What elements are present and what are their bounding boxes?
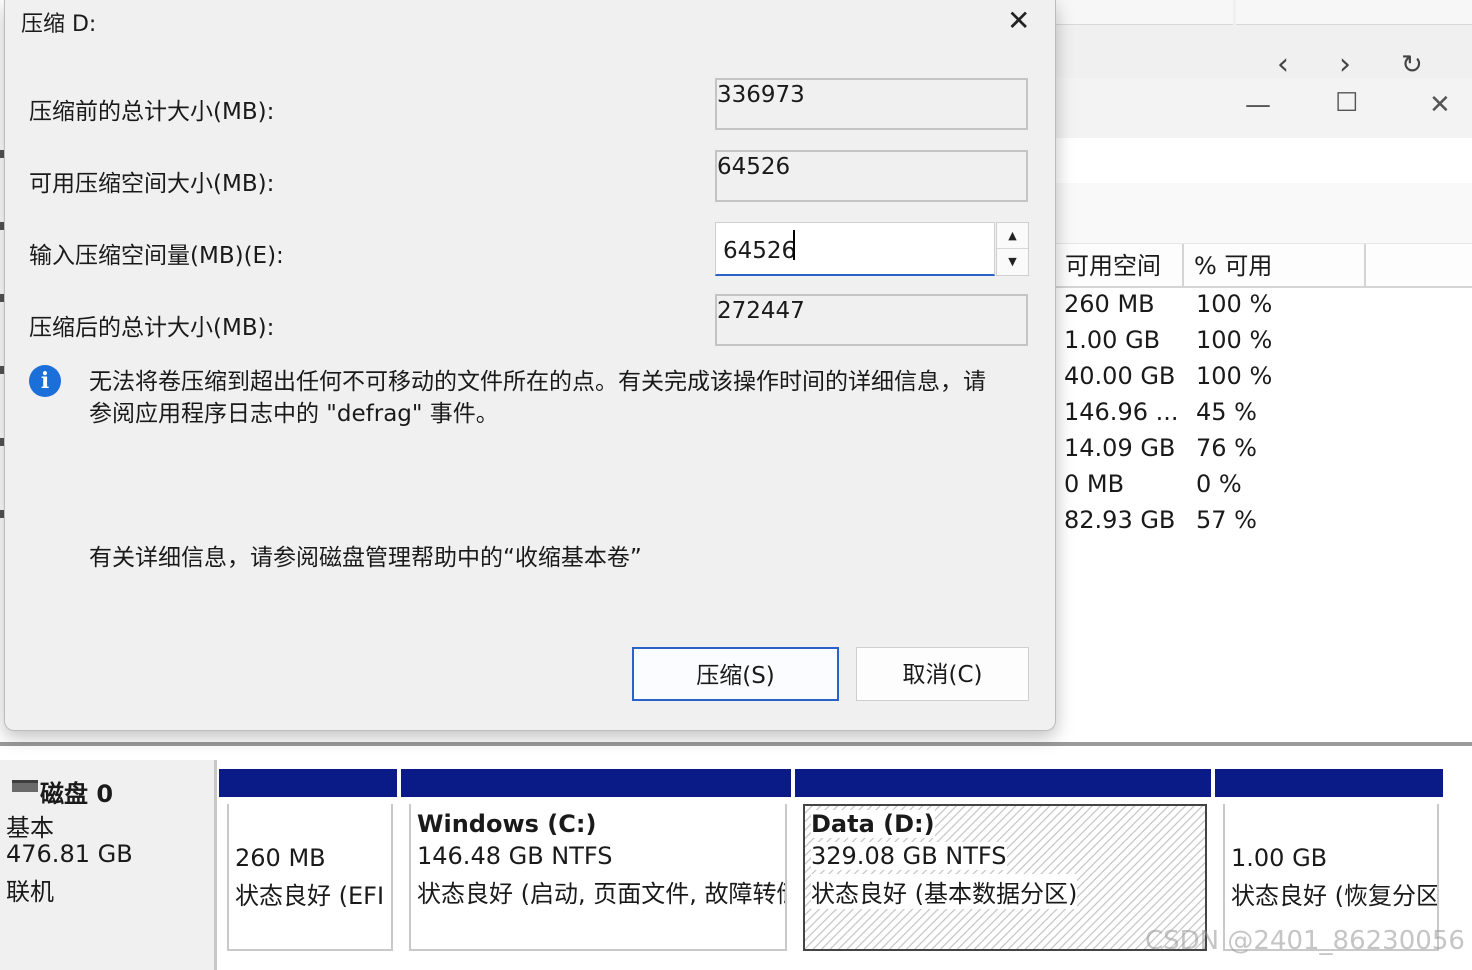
total-before-field: 336973 bbox=[715, 78, 1028, 130]
watermark: CSDN @2401_86230056 bbox=[1145, 926, 1465, 956]
partition-efi[interactable]: 260 MB 状态良好 (EFI 系统分区) bbox=[219, 769, 397, 955]
cancel-button[interactable]: 取消(C) bbox=[856, 647, 1029, 701]
partition-bar bbox=[795, 769, 1211, 797]
table-row[interactable]: 1.00 GB 100 % bbox=[1055, 322, 1472, 358]
shrink-dialog: 压缩 D: ✕ 压缩前的总计大小(MB): 336973 可用压缩空间大小(MB… bbox=[4, 0, 1056, 731]
partition-bar bbox=[1215, 769, 1443, 797]
free-space-cell: 1.00 GB bbox=[1064, 326, 1161, 354]
free-space-cell: 0 MB bbox=[1064, 470, 1125, 498]
available-field: 64526 bbox=[715, 150, 1028, 202]
partition-status: 状态良好 (EFI 系统分区) bbox=[235, 882, 391, 910]
free-space-cell: 40.00 GB bbox=[1064, 362, 1176, 390]
maximize-icon[interactable]: ☐ bbox=[1335, 90, 1358, 116]
disk-status: 联机 bbox=[6, 878, 54, 906]
percent-free-cell: 57 % bbox=[1196, 506, 1257, 534]
table-row[interactable]: 82.93 GB 57 % bbox=[1055, 502, 1472, 538]
refresh-icon[interactable]: ↻ bbox=[1401, 52, 1423, 78]
partition-size: 146.48 GB NTFS bbox=[417, 842, 613, 870]
table-row[interactable]: 260 MB 100 % bbox=[1055, 286, 1472, 322]
forward-icon[interactable]: › bbox=[1339, 50, 1351, 80]
percent-free-cell: 0 % bbox=[1196, 470, 1242, 498]
disk-size: 476.81 GB bbox=[6, 840, 133, 868]
disk-type: 基本 bbox=[6, 814, 54, 842]
partition-status: 状态良好 (启动, 页面文件, 故障转储, 基本数据分区) bbox=[417, 880, 785, 908]
back-icon[interactable]: ‹ bbox=[1277, 50, 1289, 80]
shrink-amount-input[interactable] bbox=[715, 222, 995, 276]
partition-windows-c[interactable]: Windows (C:) 146.48 GB NTFS 状态良好 (启动, 页面… bbox=[401, 769, 791, 955]
available-value: 64526 bbox=[717, 154, 791, 180]
shrink-button[interactable]: 压缩(S) bbox=[632, 647, 839, 701]
free-space-cell: 82.93 GB bbox=[1064, 506, 1176, 534]
percent-free-cell: 100 % bbox=[1196, 290, 1273, 318]
spin-up-icon[interactable]: ▲ bbox=[997, 223, 1028, 249]
percent-free-cell: 100 % bbox=[1196, 326, 1273, 354]
partition-body: Windows (C:) 146.48 GB NTFS 状态良好 (启动, 页面… bbox=[409, 804, 787, 951]
disk-name: 磁盘 0 bbox=[40, 780, 114, 808]
toolbar bbox=[1055, 183, 1472, 244]
info-message-line: 参阅应用程序日志中的 "defrag" 事件。 bbox=[89, 401, 499, 427]
free-space-cell: 14.09 GB bbox=[1064, 434, 1176, 462]
info-icon: i bbox=[29, 365, 61, 397]
total-before-value: 336973 bbox=[717, 82, 805, 108]
amount-label: 输入压缩空间量(MB)(E): bbox=[29, 243, 284, 269]
partition-status: 状态良好 (恢复分区) bbox=[1231, 882, 1439, 910]
table-row[interactable]: 40.00 GB 100 % bbox=[1055, 358, 1472, 394]
partition-size: 260 MB bbox=[235, 844, 326, 872]
table-row[interactable]: 146.96 ... 45 % bbox=[1055, 394, 1472, 430]
disk-drive-icon bbox=[12, 780, 38, 792]
strip-tab bbox=[1055, 0, 1233, 25]
partition-bar bbox=[401, 769, 791, 797]
strip-tab bbox=[1236, 0, 1472, 25]
minimize-icon[interactable]: — bbox=[1245, 92, 1271, 118]
total-after-field: 272447 bbox=[715, 294, 1028, 346]
dialog-title: 压缩 D: bbox=[21, 12, 97, 37]
partition-bar bbox=[219, 769, 397, 797]
window-titlebar: — ☐ ✕ bbox=[1055, 78, 1472, 138]
partition-size: 329.08 GB NTFS bbox=[811, 842, 1007, 870]
browser-strip: ‹ › ↻ bbox=[1055, 0, 1472, 80]
total-before-label: 压缩前的总计大小(MB): bbox=[29, 99, 275, 125]
available-label: 可用压缩空间大小(MB): bbox=[29, 171, 275, 197]
free-space-cell: 260 MB bbox=[1064, 290, 1155, 318]
percent-free-cell: 76 % bbox=[1196, 434, 1257, 462]
text-caret bbox=[793, 230, 795, 260]
partition-size: 1.00 GB bbox=[1231, 844, 1328, 872]
info-message-line: 无法将卷压缩到超出任何不可移动的文件所在的点。有关完成该操作时间的详细信息，请 bbox=[89, 369, 986, 395]
table-row[interactable]: 14.09 GB 76 % bbox=[1055, 430, 1472, 466]
total-after-value: 272447 bbox=[717, 298, 805, 324]
spin-down-icon[interactable]: ▼ bbox=[997, 249, 1028, 274]
percent-free-cell: 45 % bbox=[1196, 398, 1257, 426]
percent-free-cell: 100 % bbox=[1196, 362, 1273, 390]
column-header-free-space[interactable]: 可用空间 bbox=[1055, 244, 1184, 286]
partition-status: 状态良好 (基本数据分区) bbox=[811, 874, 1078, 909]
window-close-icon[interactable]: ✕ bbox=[1429, 92, 1451, 118]
partition-name: Data (D:) bbox=[811, 810, 935, 838]
partition-body: 260 MB 状态良好 (EFI 系统分区) bbox=[227, 804, 393, 951]
partition-name: Windows (C:) bbox=[417, 810, 597, 838]
column-header-percent-free[interactable]: % 可用 bbox=[1184, 244, 1366, 286]
close-icon[interactable]: ✕ bbox=[1007, 4, 1030, 37]
info-message: 无法将卷压缩到超出任何不可移动的文件所在的点。有关完成该操作时间的详细信息，请 … bbox=[89, 366, 1039, 430]
total-after-label: 压缩后的总计大小(MB): bbox=[29, 315, 275, 341]
menu-bar bbox=[1055, 138, 1472, 184]
free-space-cell: 146.96 ... bbox=[1064, 398, 1179, 426]
help-text: 有关详细信息，请参阅磁盘管理帮助中的“收缩基本卷” bbox=[89, 545, 642, 571]
volume-table-header: 可用空间 % 可用 bbox=[1055, 244, 1472, 288]
shrink-amount-stepper[interactable]: ▲ ▼ bbox=[996, 222, 1029, 276]
table-row[interactable]: 0 MB 0 % bbox=[1055, 466, 1472, 502]
